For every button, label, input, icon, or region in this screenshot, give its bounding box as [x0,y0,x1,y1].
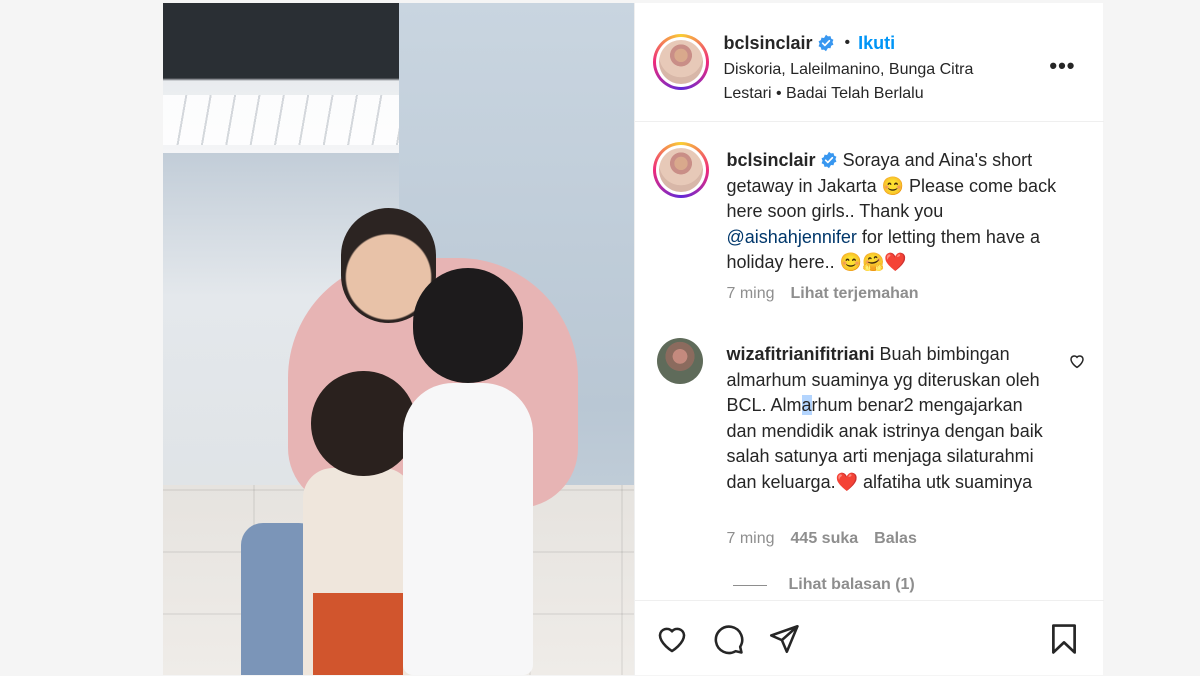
photo-ceiling-slats [163,95,403,145]
photo-tall-girl-body [403,383,533,675]
header-author-line: bclsinclair • Ikuti [724,30,896,56]
header-separator: • [844,34,851,51]
verified-badge-icon [821,151,836,169]
verified-badge-icon [818,34,833,52]
heart-icon[interactable] [655,622,689,656]
comment-timestamp[interactable]: 7 ming [727,530,775,548]
photo-small-girl-head [311,371,416,476]
author-username[interactable]: bclsinclair [724,33,813,54]
view-replies-button[interactable]: Lihat balasan (1) [732,576,915,594]
audio-track-link[interactable]: Diskoria, Laleilmanino, Bunga Citra Lest… [724,58,1024,106]
photo-skirt [313,593,403,675]
post-photo[interactable] [163,3,634,675]
caption-mention-link[interactable]: @aishahjennifer [727,227,857,247]
comment-like-heart-icon[interactable] [1068,352,1086,370]
caption-meta: 7 ming Lihat terjemahan [727,285,919,303]
instagram-post: bclsinclair • Ikuti Diskoria, Laleilmani… [163,3,1104,676]
view-replies-label: Lihat balasan (1) [788,576,915,593]
caption-timestamp[interactable]: 7 ming [727,285,775,303]
comment-meta: 7 ming 445 suka Balas [727,530,917,548]
post-header: bclsinclair • Ikuti Diskoria, Laleilmani… [634,3,1104,122]
follow-button[interactable]: Ikuti [858,33,895,54]
bookmark-icon[interactable] [1047,622,1081,656]
post-action-bar [634,600,1104,676]
comment-likes-count[interactable]: 445 suka [791,530,859,548]
text-selection-highlight: a [801,395,812,415]
commenter-username[interactable]: wizafitrianifitriani [727,344,875,364]
comment-text: wizafitrianifitriani Buah bimbingan alma… [727,342,1057,495]
share-icon[interactable] [767,622,801,656]
photo-tall-girl-head [413,268,523,383]
more-options-icon[interactable]: ••• [1049,53,1075,79]
comment-icon[interactable] [711,622,745,656]
replies-divider-line [732,584,767,586]
reply-button[interactable]: Balas [874,530,917,548]
post-sidebar: bclsinclair • Ikuti Diskoria, Laleilmani… [633,3,1104,676]
see-translation-button[interactable]: Lihat terjemahan [791,285,919,303]
caption-author-avatar[interactable] [652,142,709,198]
caption-username[interactable]: bclsinclair [727,150,816,170]
author-avatar[interactable] [652,34,709,90]
commenter-avatar[interactable] [656,338,703,384]
caption-text: bclsinclair Soraya and Aina's short geta… [727,148,1067,276]
